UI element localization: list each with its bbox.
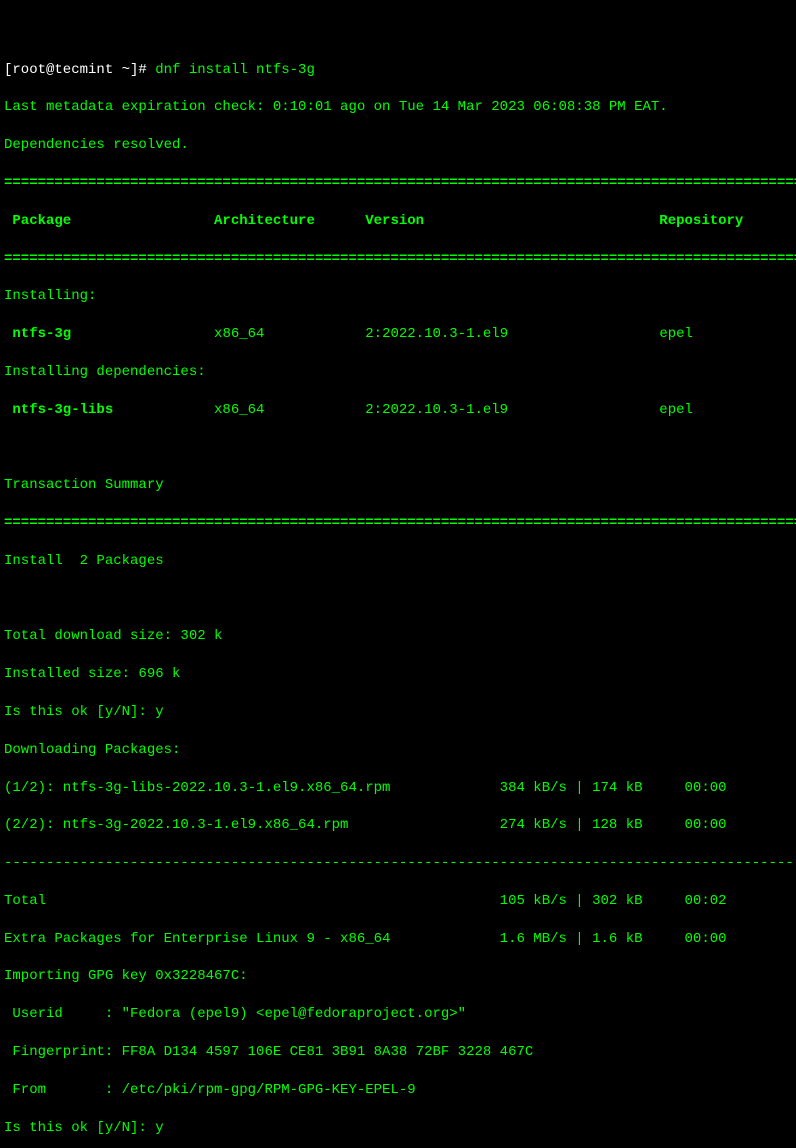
blank bbox=[4, 590, 792, 609]
pkg-details: x86_64 2:2022.10.3-1.el9 epel 174 k bbox=[113, 402, 796, 418]
installing-deps-label: Installing dependencies: bbox=[4, 363, 792, 382]
command: dnf install ntfs-3g bbox=[155, 62, 315, 78]
separator: ========================================… bbox=[4, 250, 792, 269]
separator: ========================================… bbox=[4, 174, 792, 193]
gpg-from: From : /etc/pki/rpm-gpg/RPM-GPG-KEY-EPEL… bbox=[4, 1081, 792, 1100]
separator: ========================================… bbox=[4, 514, 792, 533]
pkg-name: ntfs-3g bbox=[4, 326, 71, 342]
pkg-row-1: ntfs-3g x86_64 2:2022.10.3-1.el9 epel 12… bbox=[4, 325, 792, 344]
installing-label: Installing: bbox=[4, 287, 792, 306]
metadata-check: Last metadata expiration check: 0:10:01 … bbox=[4, 98, 792, 117]
gpg-userid: Userid : "Fedora (epel9) <epel@fedorapro… bbox=[4, 1005, 792, 1024]
pkg-details: x86_64 2:2022.10.3-1.el9 epel 128 k bbox=[71, 326, 796, 342]
download-size: Total download size: 302 k bbox=[4, 627, 792, 646]
deps-resolved: Dependencies resolved. bbox=[4, 136, 792, 155]
shell-prompt: [root@tecmint ~]# bbox=[4, 62, 155, 78]
prompt-line: [root@tecmint ~]# dnf install ntfs-3g bbox=[4, 61, 792, 80]
total: Total 105 kB/s | 302 kB 00:02 bbox=[4, 892, 792, 911]
downloading-label: Downloading Packages: bbox=[4, 741, 792, 760]
gpg-fingerprint: Fingerprint: FF8A D134 4597 106E CE81 3B… bbox=[4, 1043, 792, 1062]
extra-packages: Extra Packages for Enterprise Linux 9 - … bbox=[4, 930, 792, 949]
table-header: Package Architecture Version Repository … bbox=[4, 212, 792, 231]
gpg-import: Importing GPG key 0x3228467C: bbox=[4, 967, 792, 986]
installed-size: Installed size: 696 k bbox=[4, 665, 792, 684]
pkg-name: ntfs-3g-libs bbox=[4, 402, 113, 418]
blank bbox=[4, 438, 792, 457]
txn-summary: Transaction Summary bbox=[4, 476, 792, 495]
user-answer[interactable]: y bbox=[155, 1120, 163, 1136]
download-row-2: (2/2): ntfs-3g-2022.10.3-1.el9.x86_64.rp… bbox=[4, 816, 792, 835]
user-answer[interactable]: y bbox=[155, 704, 163, 720]
separator-dash: ----------------------------------------… bbox=[4, 854, 792, 873]
download-row-1: (1/2): ntfs-3g-libs-2022.10.3-1.el9.x86_… bbox=[4, 779, 792, 798]
confirm-prompt-1: Is this ok [y/N]: y bbox=[4, 703, 792, 722]
confirm-prompt-2: Is this ok [y/N]: y bbox=[4, 1119, 792, 1138]
pkg-row-2: ntfs-3g-libs x86_64 2:2022.10.3-1.el9 ep… bbox=[4, 401, 792, 420]
install-count: Install 2 Packages bbox=[4, 552, 792, 571]
